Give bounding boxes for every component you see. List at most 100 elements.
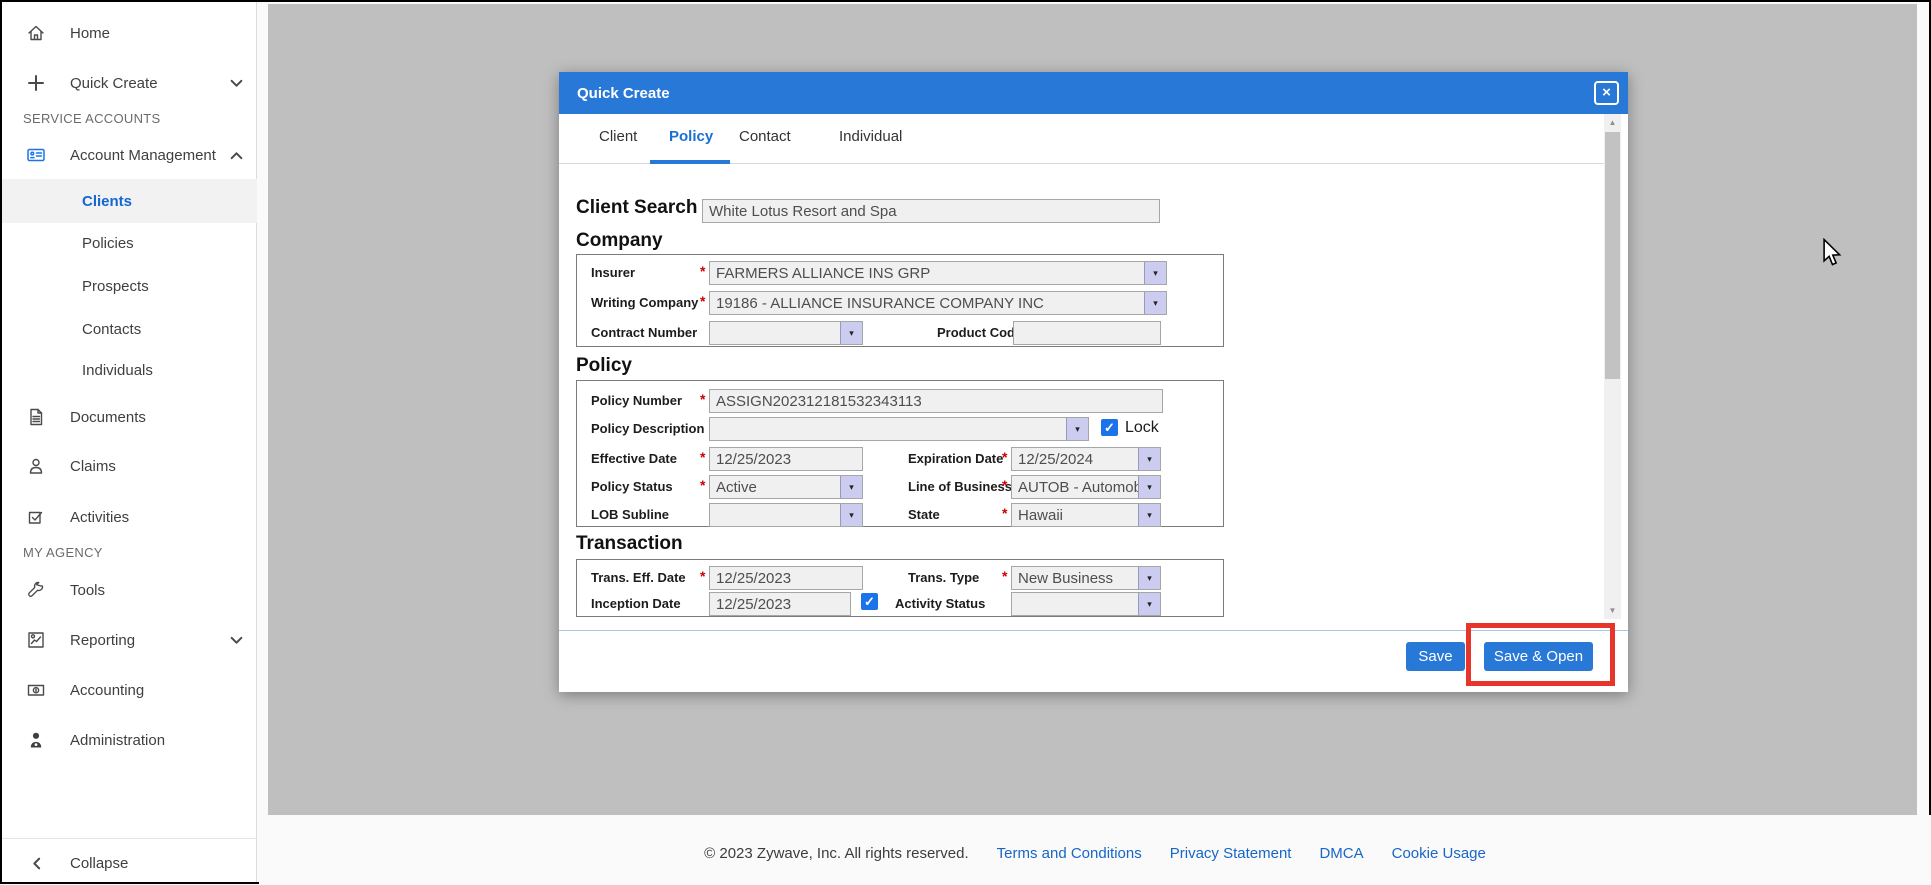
close-icon[interactable]: × xyxy=(1594,81,1619,105)
sidebar-item-tools[interactable]: Tools xyxy=(2,568,257,612)
sidebar-divider xyxy=(2,838,257,839)
sidebar-item-accounting[interactable]: Accounting xyxy=(2,668,257,712)
tab-contact[interactable]: Contact xyxy=(739,128,791,145)
chevron-down-icon[interactable]: ▾ xyxy=(840,504,862,526)
sidebar-item-label: Collapse xyxy=(70,854,129,872)
trans-eff-date-input[interactable] xyxy=(709,566,863,590)
tab-individual[interactable]: Individual xyxy=(839,128,902,145)
tab-client[interactable]: Client xyxy=(599,128,637,145)
lob-subline-dropdown[interactable]: ▾ xyxy=(709,503,863,527)
sidebar-item-claims[interactable]: Claims xyxy=(2,444,257,488)
plus-icon xyxy=(26,73,46,93)
home-icon xyxy=(26,23,46,43)
sidebar-item-account-management[interactable]: Account Management xyxy=(2,133,257,177)
save-button[interactable]: Save xyxy=(1406,642,1465,671)
sidebar-item-reporting[interactable]: Reporting xyxy=(2,618,257,662)
modal-scrollbar[interactable]: ▲ ▼ xyxy=(1604,114,1621,619)
insurer-label: Insurer xyxy=(591,265,636,280)
sidebar-item-administration[interactable]: Administration xyxy=(2,718,257,762)
tab-policy[interactable]: Policy xyxy=(669,128,713,145)
writing-company-label: Writing Company xyxy=(591,295,699,310)
policy-group-box: Policy Number * Policy Description ▾ ✓ L… xyxy=(576,380,1224,527)
chevron-down-icon[interactable]: ▾ xyxy=(1138,504,1160,526)
required-marker: * xyxy=(700,391,706,407)
inception-date-input[interactable] xyxy=(709,592,851,616)
sidebar-item-quick-create[interactable]: Quick Create xyxy=(2,61,257,105)
trans-eff-date-label: Trans. Eff. Date xyxy=(591,570,686,585)
client-search-label: Client Search xyxy=(576,197,698,218)
activity-status-dropdown[interactable]: ▾ xyxy=(1011,592,1161,616)
screenshot-frame: Home Quick Create SERVICE ACCOUNTS Accou… xyxy=(0,0,1931,884)
state-dropdown[interactable]: Hawaii ▾ xyxy=(1011,503,1161,527)
sidebar-item-label: Individuals xyxy=(82,361,153,379)
policy-status-dropdown[interactable]: Active ▾ xyxy=(709,475,863,499)
chevron-down-icon[interactable]: ▾ xyxy=(1138,593,1160,615)
line-of-business-dropdown[interactable]: AUTOB - Automob ▾ xyxy=(1011,475,1161,499)
link-cookie-usage[interactable]: Cookie Usage xyxy=(1392,845,1486,862)
sidebar-item-policies[interactable]: Policies xyxy=(2,221,257,265)
sidebar-section-service-accounts: SERVICE ACCOUNTS xyxy=(23,110,161,126)
line-of-business-label: Line of Business xyxy=(908,479,1013,494)
sidebar-collapse-button[interactable]: Collapse xyxy=(2,841,257,885)
scrollbar-thumb[interactable] xyxy=(1605,132,1620,379)
link-terms-and-conditions[interactable]: Terms and Conditions xyxy=(997,845,1142,862)
contract-number-dropdown[interactable]: ▾ xyxy=(709,321,863,345)
mouse-cursor xyxy=(1822,237,1842,273)
sidebar-item-label: Documents xyxy=(70,408,146,426)
expiration-date-dropdown[interactable]: 12/25/2024 ▾ xyxy=(1011,447,1161,471)
policy-description-dropdown[interactable]: ▾ xyxy=(709,417,1089,441)
contract-number-label: Contract Number xyxy=(591,325,698,340)
sidebar-item-individuals[interactable]: Individuals xyxy=(2,348,257,392)
policy-number-input[interactable] xyxy=(709,389,1163,413)
modal-footer: Save Save & Open xyxy=(559,619,1628,692)
sidebar-item-label: Activities xyxy=(70,508,130,526)
sidebar-item-label: Prospects xyxy=(82,277,149,295)
chevron-down-icon xyxy=(230,635,244,645)
transaction-section-title: Transaction xyxy=(576,533,683,554)
writing-company-dropdown[interactable]: 19186 - ALLIANCE INSURANCE COMPANY INC ▾ xyxy=(709,291,1167,315)
inception-date-label: Inception Date xyxy=(591,596,681,611)
scroll-up-icon[interactable]: ▲ xyxy=(1604,114,1621,131)
required-marker: * xyxy=(700,449,706,465)
insurer-dropdown[interactable]: FARMERS ALLIANCE INS GRP ▾ xyxy=(709,261,1167,285)
annotation-highlight-box xyxy=(1466,623,1615,686)
chevron-up-icon xyxy=(230,150,244,160)
sidebar-item-contacts[interactable]: Contacts xyxy=(2,307,257,351)
product-code-input[interactable] xyxy=(1013,321,1161,345)
client-search-input[interactable] xyxy=(702,199,1160,223)
sidebar-item-label: Reporting xyxy=(70,631,136,649)
modal-tab-bar: Client Policy Contact Individual xyxy=(559,114,1611,164)
sidebar-item-prospects[interactable]: Prospects xyxy=(2,264,257,308)
link-dmca[interactable]: DMCA xyxy=(1319,845,1363,862)
sidebar-item-label: Policies xyxy=(82,234,134,252)
trans-type-dropdown[interactable]: New Business ▾ xyxy=(1011,566,1161,590)
state-label: State xyxy=(908,507,940,522)
chevron-down-icon[interactable]: ▾ xyxy=(1144,262,1166,284)
policy-description-label: Policy Description xyxy=(591,421,705,436)
chevron-down-icon[interactable]: ▾ xyxy=(1138,476,1160,498)
sidebar-item-label: Claims xyxy=(70,457,116,475)
product-code-label: Product Code xyxy=(937,325,1023,340)
effective-date-input[interactable] xyxy=(709,447,863,471)
transaction-group-box: Trans. Eff. Date * Trans. Type * New Bus… xyxy=(576,559,1224,617)
sidebar-item-clients[interactable]: Clients xyxy=(2,179,257,223)
chevron-down-icon[interactable]: ▾ xyxy=(1138,567,1160,589)
chart-icon xyxy=(26,630,46,650)
required-marker: * xyxy=(700,568,706,584)
sidebar-item-home[interactable]: Home xyxy=(2,11,257,55)
sidebar-item-documents[interactable]: Documents xyxy=(2,395,257,439)
chevron-down-icon[interactable]: ▾ xyxy=(1066,418,1088,440)
inception-date-checkbox[interactable]: ✓ xyxy=(861,593,878,610)
chevron-down-icon[interactable]: ▾ xyxy=(1144,292,1166,314)
lock-checkbox[interactable]: ✓ xyxy=(1101,419,1118,436)
modal-header: Quick Create xyxy=(559,72,1628,114)
chevron-down-icon[interactable]: ▾ xyxy=(840,476,862,498)
collapse-chevron-icon xyxy=(26,853,46,873)
sidebar-item-label: Contacts xyxy=(82,320,142,338)
link-privacy-statement[interactable]: Privacy Statement xyxy=(1170,845,1292,862)
sidebar-item-activities[interactable]: Activities xyxy=(2,495,257,539)
scroll-down-icon[interactable]: ▼ xyxy=(1604,602,1621,619)
chevron-down-icon[interactable]: ▾ xyxy=(1138,448,1160,470)
person-icon xyxy=(26,456,46,476)
chevron-down-icon[interactable]: ▾ xyxy=(840,322,862,344)
